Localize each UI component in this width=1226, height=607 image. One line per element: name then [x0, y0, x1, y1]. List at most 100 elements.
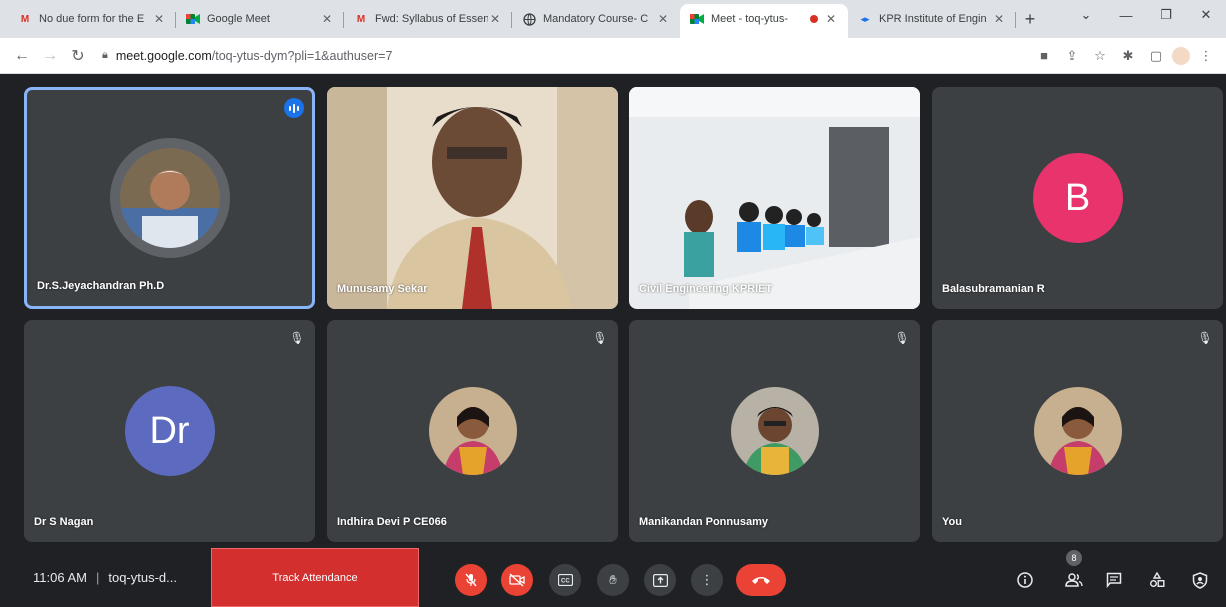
avatar [730, 387, 819, 475]
chat-button[interactable] [1100, 566, 1128, 594]
people-icon [1065, 573, 1083, 587]
participant-tile[interactable]: Civil Engineering KPRIET [629, 87, 920, 309]
tab-search-icon[interactable]: ⌄ [1066, 0, 1106, 30]
recording-icon [810, 15, 818, 23]
address-bar: ← → ↻ 🔒︎ meet.google.com/toq-ytus-dym?pl… [0, 38, 1226, 74]
camera-icon[interactable]: ■ [1032, 44, 1056, 68]
close-icon[interactable]: ✕ [488, 12, 502, 26]
mic-off-icon: 🎙︎ [289, 331, 305, 345]
gmail-icon: M [356, 13, 366, 25]
mic-off-icon: 🎙︎ [592, 331, 608, 345]
avatar [428, 387, 517, 475]
new-tab-button[interactable]: + [1016, 5, 1044, 33]
participant-tile[interactable]: Munusamy Sekar [327, 87, 618, 309]
meet-icon [186, 12, 200, 26]
meeting-code: toq-ytus-d... [108, 570, 177, 585]
raise-hand-button[interactable]: ✋︎ [597, 564, 629, 596]
present-icon [652, 573, 668, 587]
tab-title: Fwd: Syllabus of Essen [375, 13, 488, 25]
close-icon[interactable]: ✕ [320, 12, 334, 26]
camera-toggle-button[interactable] [501, 564, 533, 596]
track-attendance-button[interactable]: Track Attendance [211, 548, 419, 607]
close-icon[interactable]: ✕ [152, 12, 166, 26]
tab-title: No due form for the E [39, 13, 145, 25]
tab-separator [1015, 12, 1016, 28]
url-host: meet.google.com [115, 48, 212, 63]
participant-tile[interactable]: 🎙︎ Manikandan Ponnusamy [629, 320, 920, 542]
share-icon[interactable]: ⇪ [1060, 44, 1084, 68]
mic-off-icon: 🎙︎ [1197, 331, 1213, 345]
participant-tile[interactable]: 🎙︎ You [932, 320, 1223, 542]
browser-tab-2[interactable]: Google Meet ✕ [176, 4, 344, 34]
hang-up-icon [752, 577, 770, 584]
close-window-button[interactable]: ✕ [1186, 0, 1226, 30]
participant-tile[interactable]: 🎙︎ Indhira Devi P CE066 [327, 320, 618, 542]
meeting-info-button[interactable] [1011, 566, 1039, 594]
browser-tab-active[interactable]: Meet - toq-ytus- ✕ [680, 4, 848, 38]
participant-count-badge: 8 [1066, 550, 1082, 566]
participant-name: You [942, 516, 962, 528]
avatar [1033, 387, 1122, 475]
star-icon[interactable]: ☆ [1088, 44, 1112, 68]
side-panel-icon[interactable]: ▢ [1144, 44, 1168, 68]
browser-tab-strip: M No due form for the E ✕ Google Meet ✕ … [0, 0, 1226, 38]
mic-off-icon: 🎙︎ [894, 331, 910, 345]
close-icon[interactable]: ✕ [824, 12, 838, 26]
forward-button[interactable]: → [36, 42, 64, 70]
browser-tab-6[interactable]: ◂▸ KPR Institute of Engin ✕ [848, 4, 1016, 34]
meet-icon [690, 12, 704, 26]
extension-bar: ■ ⇪ ☆ ✱ ▢ ⋮ [1032, 44, 1218, 68]
captions-icon: CC [557, 574, 573, 586]
tab-title: Google Meet [207, 13, 270, 25]
browser-tab-3[interactable]: M Fwd: Syllabus of Essen ✕ [344, 4, 512, 34]
captions-button[interactable]: CC [549, 564, 581, 596]
svg-text:CC: CC [561, 579, 570, 585]
more-options-button[interactable]: ⋮ [691, 564, 723, 596]
minimize-button[interactable]: — [1106, 0, 1146, 30]
participant-name: Indhira Devi P CE066 [337, 516, 447, 528]
url-path: /toq-ytus-dym?pli=1&authuser=7 [211, 48, 393, 63]
participant-tile[interactable]: Dr.S.Jeyachandran Ph.D [24, 87, 315, 309]
avatar: Dr [124, 386, 215, 476]
browser-tab-1[interactable]: M No due form for the E ✕ [8, 4, 176, 34]
shield-icon [1192, 571, 1208, 589]
meeting-time: 11:06 AM [33, 570, 87, 585]
tab-title: Mandatory Course- C [543, 13, 649, 25]
meeting-details: 11:06 AM | toq-ytus-d... [33, 570, 177, 585]
participant-tile[interactable]: B Balasubramanian R [932, 87, 1223, 309]
participant-name: Munusamy Sekar [337, 283, 428, 295]
participant-tile[interactable]: 🎙︎ Dr Dr S Nagan [24, 320, 315, 542]
profile-avatar[interactable] [1172, 46, 1190, 65]
menu-icon[interactable]: ⋮ [1194, 44, 1218, 68]
restore-button[interactable]: ❐ [1146, 0, 1186, 30]
info-icon [1017, 572, 1033, 588]
mic-toggle-button[interactable] [455, 564, 487, 596]
back-button[interactable]: ← [8, 42, 36, 70]
host-controls-button[interactable] [1186, 566, 1214, 594]
activities-button[interactable] [1143, 566, 1171, 594]
mic-off-icon [465, 573, 477, 587]
participant-video [629, 87, 920, 309]
leave-call-button[interactable] [736, 564, 786, 596]
speaking-indicator-icon [284, 98, 304, 118]
tab-title: KPR Institute of Engin [879, 13, 987, 25]
window-controls: ⌄ — ❐ ✕ [1066, 0, 1226, 32]
camera-off-icon [509, 573, 525, 587]
participant-name: Dr S Nagan [34, 516, 94, 528]
kpr-icon: ◂▸ [860, 13, 870, 24]
chat-icon [1106, 572, 1122, 588]
puzzle-icon[interactable]: ✱ [1116, 44, 1140, 68]
reload-button[interactable]: ↻ [64, 42, 92, 70]
avatar [109, 138, 230, 258]
participant-name: Manikandan Ponnusamy [639, 516, 768, 528]
browser-tab-4[interactable]: Mandatory Course- C ✕ [512, 4, 680, 34]
present-button[interactable] [644, 564, 676, 596]
close-icon[interactable]: ✕ [992, 12, 1006, 26]
participant-grid: Dr.S.Jeyachandran Ph.D Munusamy Sekar Ci… [24, 87, 1223, 542]
url-field[interactable]: 🔒︎ meet.google.com/toq-ytus-dym?pli=1&au… [92, 42, 1032, 70]
hand-icon: ✋︎ [609, 572, 617, 587]
close-icon[interactable]: ✕ [656, 12, 670, 26]
participant-name: Balasubramanian R [942, 283, 1045, 295]
people-button[interactable] [1060, 566, 1088, 594]
participant-name: Civil Engineering KPRIET [639, 283, 773, 295]
